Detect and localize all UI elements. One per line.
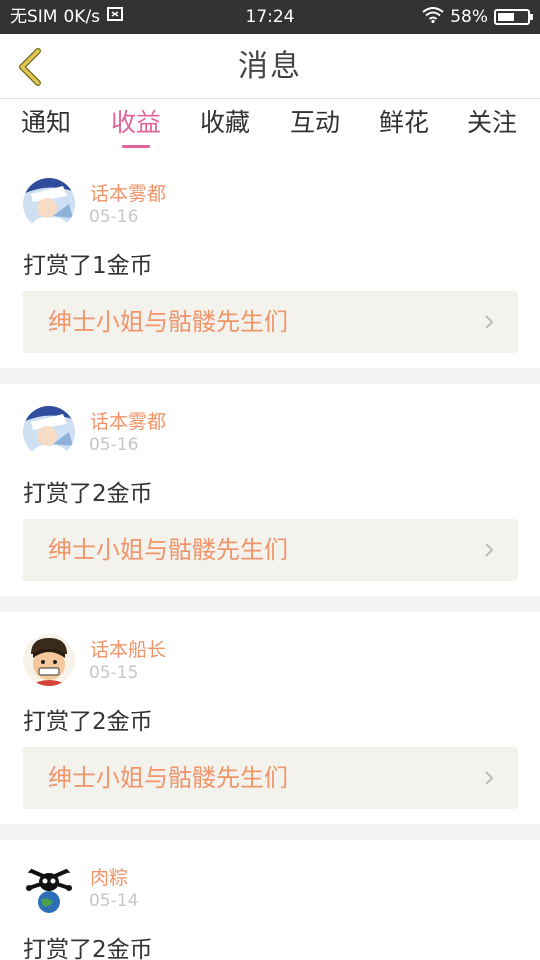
status-right: 58% [422, 0, 533, 34]
timestamp: 05-14 [89, 891, 139, 911]
status-bar: 无SIM 0K/s 17:24 58% [0, 0, 540, 34]
username[interactable]: 话本雾都 [90, 407, 166, 434]
work-title: 绅士小姐与骷髅先生们 [48, 764, 288, 792]
battery-icon [494, 9, 533, 25]
tab-flowers[interactable]: 鲜花 [369, 104, 439, 148]
list-item: 话本雾都 05-16 打赏了2金币 绅士小姐与骷髅先生们 [0, 384, 540, 596]
tab-label: 鲜花 [378, 108, 429, 137]
tab-label: 收藏 [199, 108, 250, 137]
avatar-skull-globe-icon [23, 862, 75, 914]
tab-label: 关注 [466, 108, 517, 137]
chevron-right-icon [485, 543, 494, 557]
avatar-blue-icon [23, 406, 75, 458]
list-item: 话本雾都 05-16 打赏了1金币 绅士小姐与骷髅先生们 [0, 152, 540, 368]
chevron-right-icon [485, 771, 494, 785]
tab-earnings[interactable]: 收益 [101, 104, 171, 148]
battery-percent: 58% [450, 7, 488, 27]
reward-message: 打赏了2金币 [23, 937, 153, 960]
tab-favorites[interactable]: 收藏 [190, 104, 260, 148]
nav-header: 消息 [0, 34, 540, 99]
work-title: 绅士小姐与骷髅先生们 [48, 536, 288, 564]
reward-message: 打赏了1金币 [23, 253, 153, 279]
divider [0, 824, 540, 840]
tab-label: 互动 [289, 108, 340, 137]
tab-interactions[interactable]: 互动 [280, 104, 350, 148]
username[interactable]: 话本船长 [90, 635, 166, 662]
avatar[interactable] [23, 862, 75, 914]
work-title: 绅士小姐与骷髅先生们 [48, 308, 288, 336]
tab-label: 通知 [20, 108, 71, 137]
avatar[interactable] [23, 178, 75, 230]
username[interactable]: 肉粽 [90, 863, 128, 890]
tab-bar: 通知 收益 收藏 互动 鲜花 关注 [0, 100, 540, 152]
tab-label: 收益 [110, 108, 161, 137]
divider [0, 596, 540, 612]
work-link[interactable]: 绅士小姐与骷髅先生们 [23, 519, 518, 581]
timestamp: 05-16 [89, 435, 139, 455]
avatar[interactable] [23, 406, 75, 458]
work-link[interactable]: 绅士小姐与骷髅先生们 [23, 291, 518, 353]
avatar[interactable] [23, 634, 75, 686]
timestamp: 05-15 [89, 663, 139, 683]
divider [0, 368, 540, 384]
username[interactable]: 话本雾都 [90, 179, 166, 206]
reward-message: 打赏了2金币 [23, 709, 153, 735]
tab-notifications[interactable]: 通知 [11, 104, 81, 148]
work-link[interactable]: 绅士小姐与骷髅先生们 [23, 747, 518, 809]
avatar-straw-hat-icon [23, 634, 75, 686]
active-tab-indicator [122, 145, 150, 148]
chevron-right-icon [485, 315, 494, 329]
page-title: 消息 [238, 49, 302, 84]
tab-following[interactable]: 关注 [457, 104, 527, 148]
avatar-blue-icon [23, 178, 75, 230]
list-item: 肉粽 05-14 打赏了2金币 [0, 840, 540, 960]
reward-message: 打赏了2金币 [23, 481, 153, 507]
list-item: 话本船长 05-15 打赏了2金币 绅士小姐与骷髅先生们 [0, 612, 540, 824]
wifi-icon [422, 6, 444, 28]
timestamp: 05-16 [89, 207, 139, 227]
